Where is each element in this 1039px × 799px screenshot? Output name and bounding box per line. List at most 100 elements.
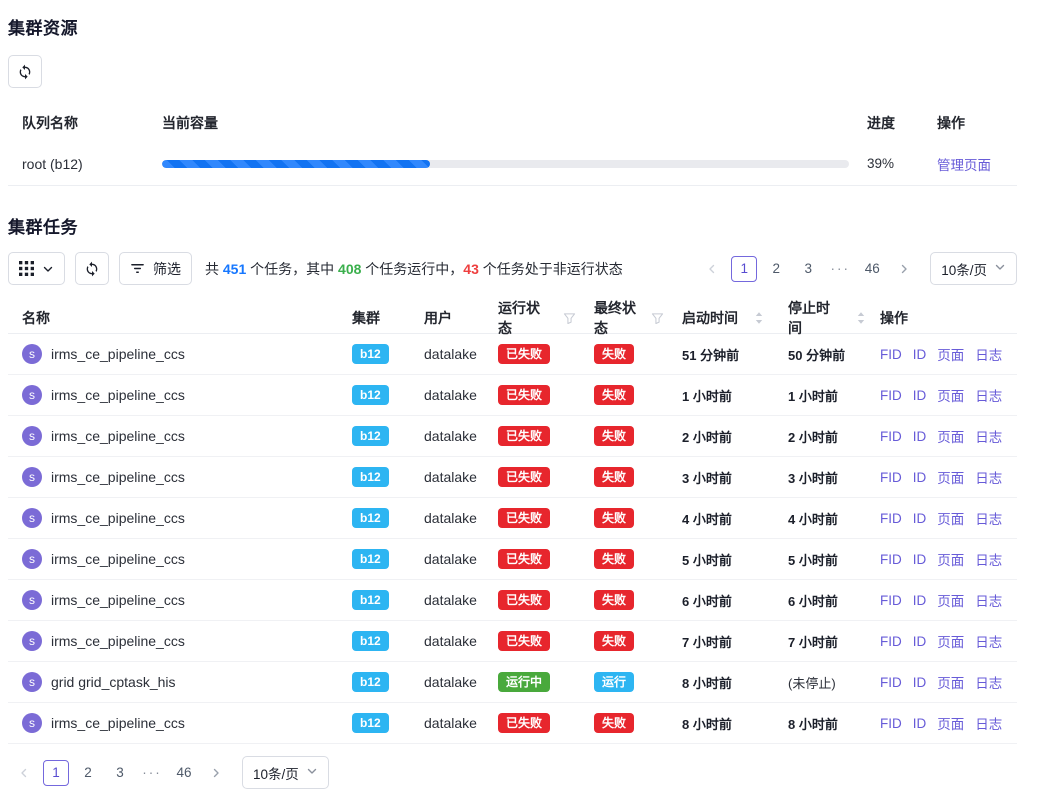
fid-link[interactable]: FID (880, 634, 902, 649)
stop-time: 6 小时前 (788, 591, 838, 610)
page-button-last[interactable]: 46 (859, 256, 885, 282)
task-name[interactable]: irms_ce_pipeline_ccs (51, 592, 185, 608)
page-link[interactable]: 页面 (937, 590, 964, 610)
fid-link[interactable]: FID (880, 429, 902, 444)
fid-link[interactable]: FID (880, 593, 902, 608)
id-link[interactable]: ID (913, 593, 927, 608)
task-name[interactable]: irms_ce_pipeline_ccs (51, 346, 185, 362)
fid-link[interactable]: FID (880, 716, 902, 731)
page-link[interactable]: 页面 (937, 385, 964, 405)
start-time-header: 启动时间 (682, 308, 738, 328)
fid-link[interactable]: FID (880, 675, 902, 690)
cluster-badge: b12 (352, 590, 389, 610)
id-link[interactable]: ID (913, 347, 927, 362)
task-name[interactable]: irms_ce_pipeline_ccs (51, 428, 185, 444)
page-link[interactable]: 页面 (937, 549, 964, 569)
log-link[interactable]: 日志 (975, 508, 1002, 528)
log-link[interactable]: 日志 (975, 426, 1002, 446)
log-link[interactable]: 日志 (975, 672, 1002, 692)
run-status-badge: 已失败 (498, 385, 550, 405)
run-status-badge: 已失败 (498, 713, 550, 733)
log-link[interactable]: 日志 (975, 590, 1002, 610)
task-row: s irms_ce_pipeline_ccs b12 datalake 已失败 … (8, 457, 1017, 498)
log-link[interactable]: 日志 (975, 344, 1002, 364)
id-link[interactable]: ID (913, 552, 927, 567)
log-link[interactable]: 日志 (975, 631, 1002, 651)
avatar: s (22, 508, 42, 528)
id-link[interactable]: ID (913, 388, 927, 403)
start-time: 1 小时前 (682, 386, 732, 405)
refresh-icon (84, 261, 100, 277)
page-button-1[interactable]: 1 (731, 256, 757, 282)
layout-switch-button[interactable] (8, 252, 65, 285)
task-user: datalake (408, 428, 480, 444)
progress-value: 39% (867, 156, 923, 171)
sort-icon[interactable] (754, 311, 764, 325)
page-link[interactable]: 页面 (937, 672, 964, 692)
task-name[interactable]: irms_ce_pipeline_ccs (51, 551, 185, 567)
page-link[interactable]: 页面 (937, 508, 964, 528)
page-button-3[interactable]: 3 (107, 760, 133, 786)
pagination-ellipsis[interactable]: ··· (827, 256, 853, 282)
page-size-select[interactable]: 10条/页 (242, 756, 329, 789)
start-time: 51 分钟前 (682, 345, 739, 364)
filter-funnel-icon[interactable] (563, 312, 576, 325)
stop-time: 4 小时前 (788, 509, 838, 528)
pagination-ellipsis[interactable]: ··· (139, 760, 165, 786)
tasks-table: 名称 集群 用户 运行状态 最终状态 启动时间 停止时间 操作 (8, 298, 1017, 744)
cluster-badge: b12 (352, 467, 389, 487)
sort-icon[interactable] (856, 311, 866, 325)
final-status-badge: 失败 (594, 631, 634, 651)
next-page-icon[interactable] (891, 256, 917, 282)
page-link[interactable]: 页面 (937, 426, 964, 446)
task-user: datalake (408, 387, 480, 403)
fid-link[interactable]: FID (880, 470, 902, 485)
task-user: datalake (408, 674, 480, 690)
id-link[interactable]: ID (913, 675, 927, 690)
task-name[interactable]: grid grid_cptask_his (51, 674, 176, 690)
page-size-select[interactable]: 10条/页 (930, 252, 1017, 285)
page-link[interactable]: 页面 (937, 631, 964, 651)
task-name[interactable]: irms_ce_pipeline_ccs (51, 715, 185, 731)
id-link[interactable]: ID (913, 716, 927, 731)
avatar: s (22, 549, 42, 569)
fid-link[interactable]: FID (880, 388, 902, 403)
log-link[interactable]: 日志 (975, 385, 1002, 405)
manage-page-link[interactable]: 管理页面 (937, 158, 991, 173)
page-link[interactable]: 页面 (937, 344, 964, 364)
id-link[interactable]: ID (913, 429, 927, 444)
page-button-3[interactable]: 3 (795, 256, 821, 282)
fid-link[interactable]: FID (880, 552, 902, 567)
page-button-2[interactable]: 2 (763, 256, 789, 282)
task-name[interactable]: irms_ce_pipeline_ccs (51, 387, 185, 403)
fid-link[interactable]: FID (880, 511, 902, 526)
page-button-last[interactable]: 46 (171, 760, 197, 786)
log-link[interactable]: 日志 (975, 549, 1002, 569)
page-link[interactable]: 页面 (937, 467, 964, 487)
id-link[interactable]: ID (913, 511, 927, 526)
filter-funnel-icon[interactable] (651, 312, 664, 325)
next-page-icon[interactable] (203, 760, 229, 786)
resources-refresh-button[interactable] (8, 55, 42, 88)
id-link[interactable]: ID (913, 470, 927, 485)
task-name[interactable]: irms_ce_pipeline_ccs (51, 510, 185, 526)
fid-link[interactable]: FID (880, 347, 902, 362)
avatar: s (22, 672, 42, 692)
prev-page-icon[interactable] (11, 760, 37, 786)
task-name[interactable]: irms_ce_pipeline_ccs (51, 469, 185, 485)
tasks-toolbar: 筛选 共 451 个任务，其中 408 个任务运行中，43 个任务处于非运行状态… (8, 252, 1017, 285)
page-button-1[interactable]: 1 (43, 760, 69, 786)
capacity-header: 当前容量 (162, 113, 853, 133)
task-row: s irms_ce_pipeline_ccs b12 datalake 已失败 … (8, 334, 1017, 375)
running-tasks-count: 408 (338, 261, 361, 277)
log-link[interactable]: 日志 (975, 467, 1002, 487)
id-link[interactable]: ID (913, 634, 927, 649)
log-link[interactable]: 日志 (975, 713, 1002, 733)
tasks-refresh-button[interactable] (75, 252, 109, 285)
task-name[interactable]: irms_ce_pipeline_ccs (51, 633, 185, 649)
filter-button[interactable]: 筛选 (119, 252, 192, 285)
prev-page-icon[interactable] (699, 256, 725, 282)
page-link[interactable]: 页面 (937, 713, 964, 733)
page-button-2[interactable]: 2 (75, 760, 101, 786)
resources-action-header: 操作 (937, 113, 1017, 133)
